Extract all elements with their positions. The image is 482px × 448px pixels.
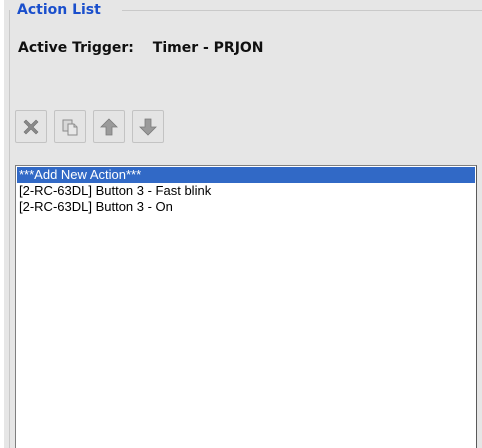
active-trigger-label: Active Trigger: <box>18 40 134 56</box>
action-list-window: Action List Active Trigger: Timer - PRJO… <box>0 0 482 448</box>
copy-action-button[interactable] <box>54 110 86 143</box>
group-title: Action List <box>15 2 105 18</box>
list-item[interactable]: [2-RC-63DL] Button 3 - Fast blink <box>17 183 211 199</box>
group-border-top <box>122 10 482 11</box>
delete-action-button[interactable] <box>15 110 47 143</box>
action-listbox[interactable]: ***Add New Action*** [2-RC-63DL] Button … <box>15 165 477 448</box>
move-down-button[interactable] <box>132 110 164 143</box>
move-up-button[interactable] <box>93 110 125 143</box>
list-item-add-new-action[interactable]: ***Add New Action*** <box>17 167 475 183</box>
active-trigger-value: Timer - PRJON <box>152 40 264 56</box>
arrow-down-icon <box>139 118 157 136</box>
action-list-panel: Action List Active Trigger: Timer - PRJO… <box>4 0 482 448</box>
x-icon <box>23 119 39 134</box>
copy-icon <box>62 119 78 135</box>
active-trigger-row: Active Trigger: Timer - PRJON <box>18 39 264 57</box>
list-item[interactable]: [2-RC-63DL] Button 3 - On <box>17 199 173 215</box>
arrow-up-icon <box>100 117 118 135</box>
group-border-left <box>9 10 10 448</box>
